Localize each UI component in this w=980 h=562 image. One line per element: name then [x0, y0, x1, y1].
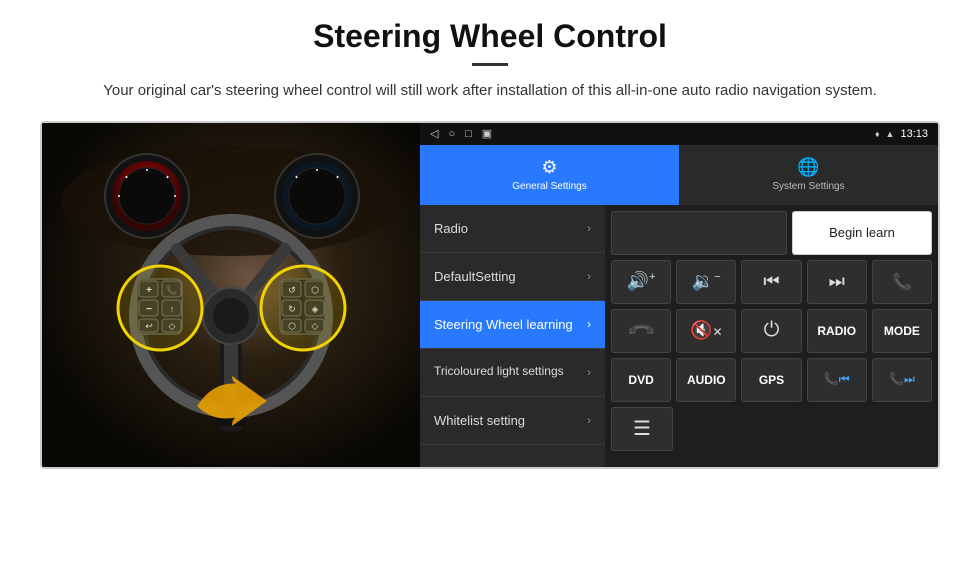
left-menu: Radio › DefaultSetting › Steering Wheel … [420, 205, 605, 467]
menu-item-default-label: DefaultSetting [434, 269, 587, 284]
hang-up-button[interactable]: 📞 [611, 309, 671, 353]
phone-prev-icon: 📞⏮ [824, 372, 850, 387]
menu-item-radio[interactable]: Radio › [420, 205, 605, 253]
main-content: Radio › DefaultSetting › Steering Wheel … [420, 205, 938, 467]
empty-input-box [611, 211, 787, 255]
general-settings-label: General Settings [512, 181, 587, 192]
menu-item-tricoloured-label: Tricoloured light settings [434, 364, 587, 380]
phone-answer-button[interactable]: 📞 [872, 260, 932, 304]
device-frame: + − 📞 ↑ ↩ ◇ [40, 121, 940, 469]
system-settings-label: System Settings [772, 181, 844, 192]
general-settings-icon: ⚙ [541, 157, 557, 178]
phone-icon: 📞 [892, 272, 912, 292]
page-title: Steering Wheel Control [40, 18, 940, 55]
radio-button[interactable]: RADIO [807, 309, 867, 353]
nav-back-icon[interactable]: ◁ [430, 127, 438, 140]
menu-item-steering-label: Steering Wheel learning [434, 317, 587, 332]
car-scene-svg: + − 📞 ↑ ↩ ◇ [42, 123, 420, 467]
gps-label: GPS [759, 373, 784, 387]
location-icon: ♦ [875, 129, 880, 139]
controls-row-5: ☰ [611, 407, 932, 451]
chevron-right-icon-3: › [587, 317, 591, 331]
top-nav: ⚙ General Settings 🌐 System Settings [420, 145, 938, 205]
tab-general-settings[interactable]: ⚙ General Settings [420, 145, 679, 205]
phone-prev-button[interactable]: 📞⏮ [807, 358, 867, 402]
dvd-button[interactable]: DVD [611, 358, 671, 402]
chevron-right-icon-5: › [587, 413, 591, 427]
mode-button[interactable]: MODE [872, 309, 932, 353]
prev-track-icon: ⏮ [763, 271, 779, 292]
menu-item-tricoloured[interactable]: Tricoloured light settings › [420, 349, 605, 397]
power-button[interactable]: ⏻ [741, 309, 801, 353]
nav-home-icon[interactable]: ○ [448, 128, 455, 140]
volume-up-button[interactable]: 🔊+ [611, 260, 671, 304]
status-bar-left: ◁ ○ □ ▣ [430, 127, 492, 140]
phone-next-button[interactable]: 📞⏭ [872, 358, 932, 402]
status-bar: ◁ ○ □ ▣ ♦ ▲ 13:13 [420, 123, 938, 145]
radio-label: RADIO [817, 324, 856, 338]
phone-next-icon: 📞⏭ [889, 372, 915, 387]
next-track-button[interactable]: ⏭ [807, 260, 867, 304]
menu-item-whitelist-label: Whitelist setting [434, 413, 587, 428]
menu-item-whitelist[interactable]: Whitelist setting › [420, 397, 605, 445]
status-time: 13:13 [900, 128, 928, 140]
audio-label: AUDIO [687, 373, 726, 387]
page-subtitle: Your original car's steering wheel contr… [40, 80, 940, 103]
volume-down-icon: 🔉− [692, 271, 721, 292]
prev-track-button[interactable]: ⏮ [741, 260, 801, 304]
dvd-label: DVD [628, 373, 653, 387]
screenshot-icon[interactable]: ▣ [482, 127, 492, 140]
system-settings-icon: 🌐 [797, 157, 819, 178]
android-panel: ◁ ○ □ ▣ ♦ ▲ 13:13 ⚙ General Settings [420, 123, 938, 467]
controls-row-2: 🔊+ 🔉− ⏮ ⏭ 📞 [611, 260, 932, 304]
tab-system-settings[interactable]: 🌐 System Settings [679, 145, 938, 205]
menu-item-steering-wheel[interactable]: Steering Wheel learning › [420, 301, 605, 349]
audio-button[interactable]: AUDIO [676, 358, 736, 402]
controls-panel: Begin learn 🔊+ 🔉− ⏮ [605, 205, 938, 467]
menu-item-default-setting[interactable]: DefaultSetting › [420, 253, 605, 301]
page-container: Steering Wheel Control Your original car… [0, 0, 980, 489]
whitelist-button[interactable]: ☰ [611, 407, 673, 451]
chevron-right-icon: › [587, 221, 591, 235]
nav-recent-icon[interactable]: □ [465, 128, 472, 140]
mute-icon: 🔇✕ [690, 320, 722, 341]
volume-up-icon: 🔊+ [627, 271, 656, 292]
title-divider [472, 63, 508, 66]
car-background: + − 📞 ↑ ↩ ◇ [42, 123, 420, 467]
power-icon: ⏻ [764, 319, 780, 342]
wifi-icon: ▲ [886, 129, 895, 139]
mode-label: MODE [884, 324, 920, 338]
gps-button[interactable]: GPS [741, 358, 801, 402]
hang-up-icon: 📞 [626, 315, 657, 346]
chevron-right-icon-4: › [587, 365, 591, 379]
status-bar-right: ♦ ▲ 13:13 [875, 128, 928, 140]
begin-learn-button[interactable]: Begin learn [792, 211, 932, 255]
whitelist-icon: ☰ [633, 416, 651, 441]
next-track-icon: ⏭ [829, 271, 845, 292]
chevron-right-icon-2: › [587, 269, 591, 283]
controls-row-4: DVD AUDIO GPS 📞⏮ 📞⏭ [611, 358, 932, 402]
volume-down-button[interactable]: 🔉− [676, 260, 736, 304]
menu-item-radio-label: Radio [434, 221, 587, 236]
controls-row-3: 📞 🔇✕ ⏻ RADIO MODE [611, 309, 932, 353]
car-image-panel: + − 📞 ↑ ↩ ◇ [42, 123, 420, 467]
mute-button[interactable]: 🔇✕ [676, 309, 736, 353]
row-begin-learn: Begin learn [611, 211, 932, 255]
